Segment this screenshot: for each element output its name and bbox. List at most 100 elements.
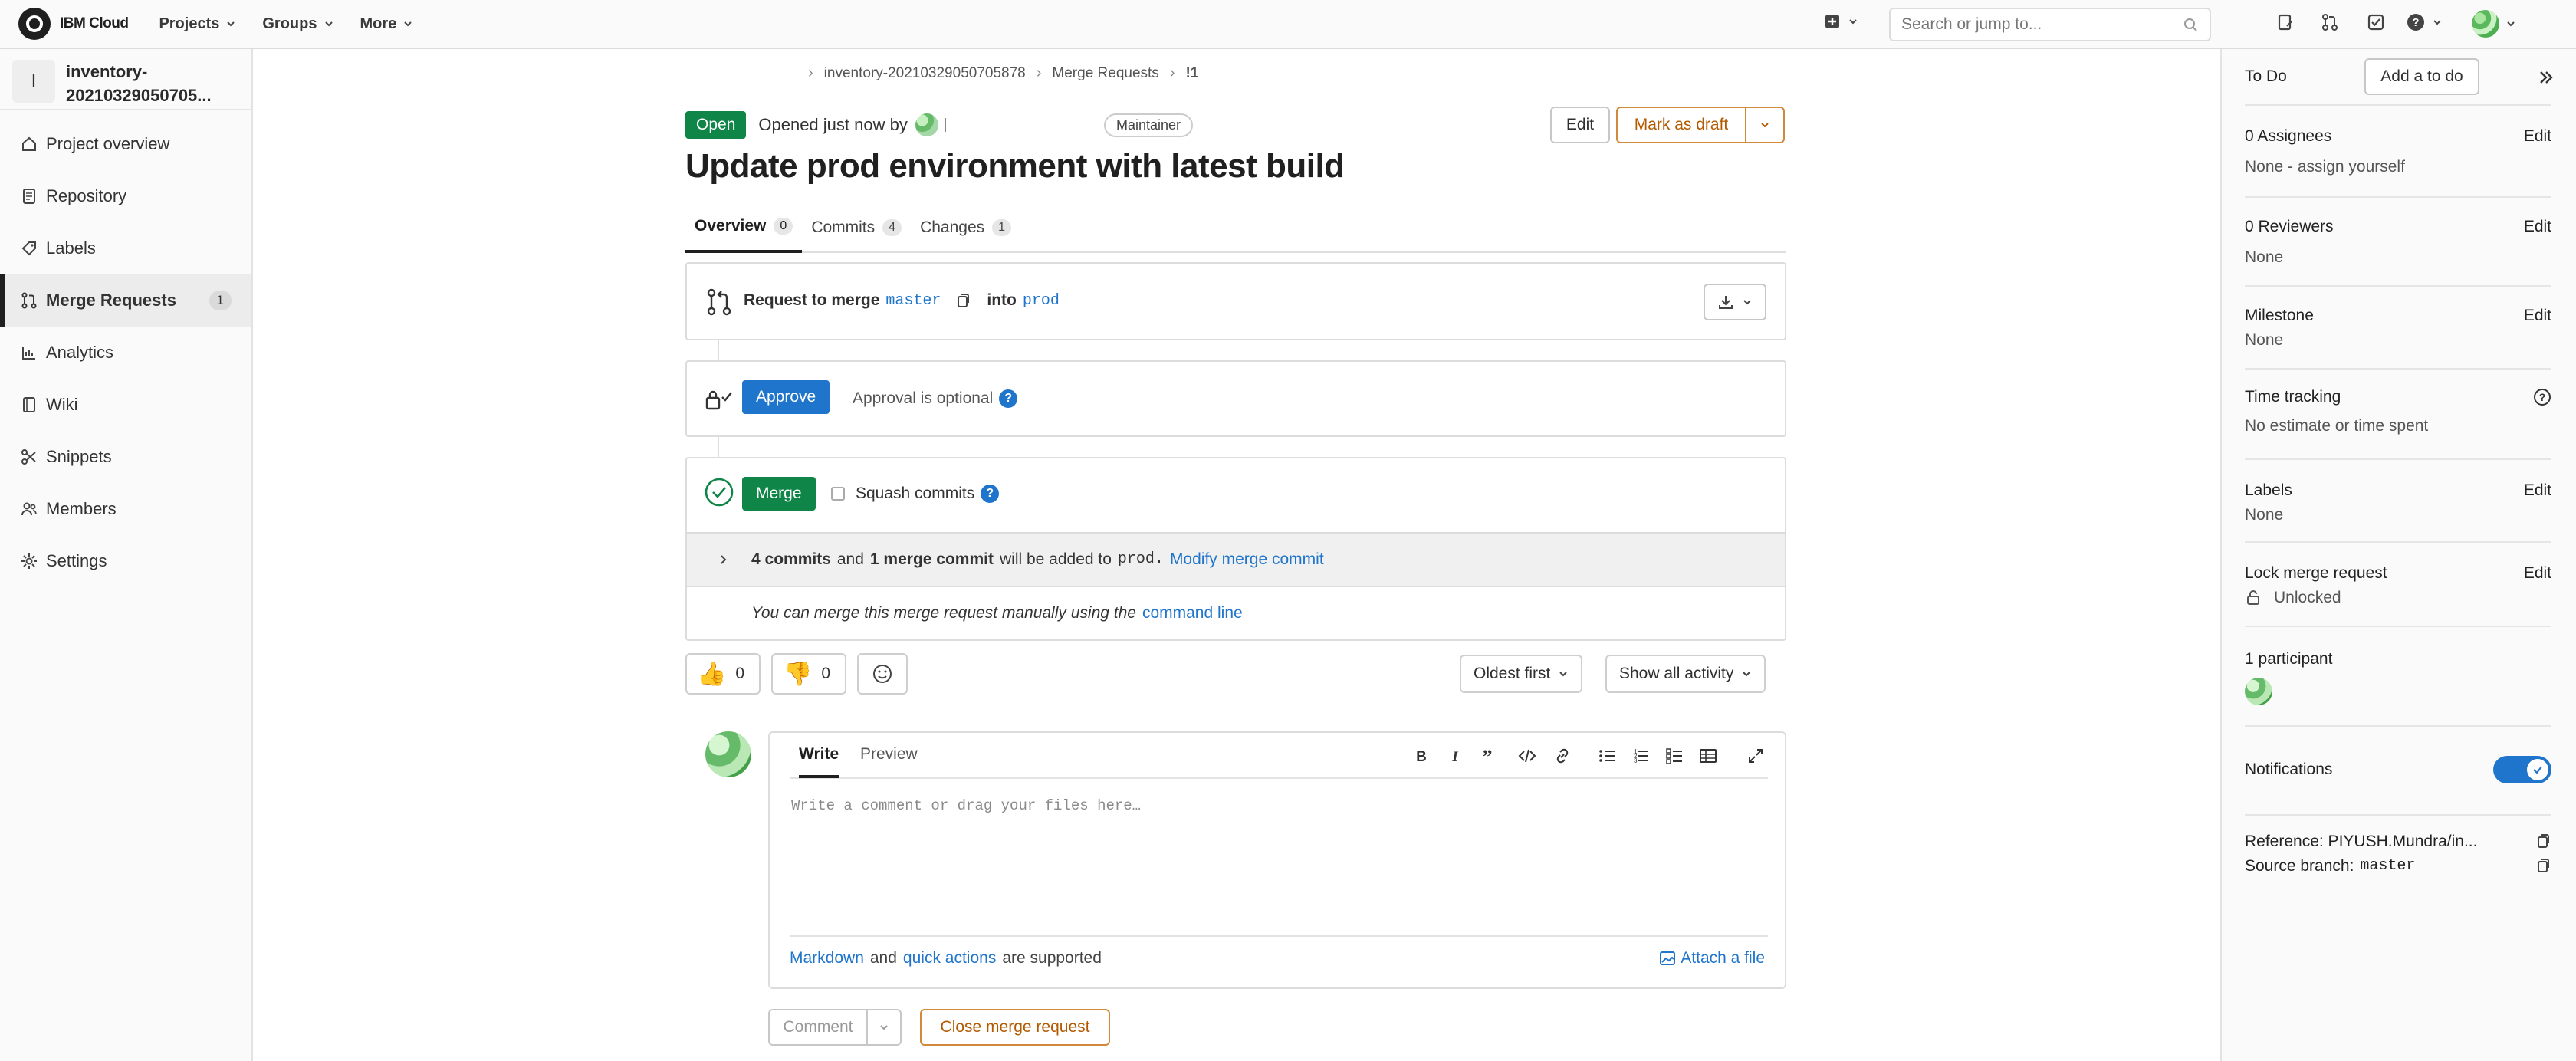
author-avatar[interactable] [915,113,938,136]
doc-icon [23,189,35,204]
comment-editor: Write Preview B I ” 123 Write a comment … [768,731,1786,989]
sidebar-item-merge-requests[interactable]: Merge Requests 1 [0,274,251,327]
copy-icon[interactable] [2535,857,2551,874]
tab-preview[interactable]: Preview [860,745,918,764]
and-text: and [836,550,864,568]
tab-commits[interactable]: Commits 4 [802,202,911,253]
thumbs-down-button[interactable]: 👎 0 [771,653,846,695]
lock-section: Lock merge request Edit Unlocked [2245,543,2551,627]
sidebar-item-members[interactable]: Members [0,483,251,535]
copy-icon[interactable] [2535,833,2551,849]
close-merge-request-button[interactable]: Close merge request [920,1009,1110,1046]
markdown-link[interactable]: Markdown [790,949,864,967]
collapse-sidebar-icon[interactable] [2538,69,2555,86]
commits-summary-row[interactable]: 4 commits and 1 merge commit will be add… [687,532,1785,587]
activity-filter-dropdown[interactable]: Show all activity [1605,655,1766,693]
mr-actions-dropdown[interactable] [1745,107,1785,143]
issues-icon-button[interactable] [2275,12,2295,32]
tab-write[interactable]: Write [799,745,840,778]
reviewers-edit-button[interactable]: Edit [2524,218,2551,236]
fullscreen-icon[interactable] [1746,747,1765,765]
breadcrumb-project[interactable]: inventory-20210329050705878 [824,65,1026,82]
sidebar-item-repository[interactable]: Repository [0,170,251,222]
edit-button[interactable]: Edit [1550,107,1610,143]
project-header[interactable]: I inventory-20210329050705... [0,49,251,110]
nav-groups[interactable]: Groups [262,15,334,33]
chevron-down-icon [1743,300,1751,305]
numbered-list-icon[interactable]: 123 [1631,747,1650,765]
sort-order-label: Oldest first [1474,665,1551,682]
bullet-list-icon[interactable] [1598,747,1616,765]
tab-label: Changes [920,218,985,236]
todos-icon-button[interactable] [2366,12,2386,32]
new-item-dropdown[interactable] [1823,12,1858,31]
notifications-toggle[interactable] [2493,756,2551,783]
user-menu[interactable] [2472,10,2516,38]
approve-button[interactable]: Approve [742,380,830,414]
sidebar-item-labels[interactable]: Labels [0,222,251,274]
sidebar-item-analytics[interactable]: Analytics [0,327,251,379]
help-icon[interactable]: ? [999,389,1018,408]
author-name-truncated[interactable] [944,118,946,132]
mark-as-draft-button[interactable]: Mark as draft [1616,107,1746,143]
tab-overview[interactable]: Overview 0 [685,202,803,253]
attach-file-button[interactable]: Attach a file [1659,949,1765,967]
breadcrumb-mr-id[interactable]: !1 [1185,65,1198,82]
bold-icon[interactable]: B [1412,747,1431,765]
source-branch-value: master [2360,857,2416,875]
assignees-edit-button[interactable]: Edit [2524,127,2551,146]
comment-textarea[interactable]: Write a comment or drag your files here… [790,787,1768,937]
comment-button[interactable]: Comment [768,1009,868,1046]
notifications-label: Notifications [2245,760,2333,778]
code-icon[interactable] [1518,747,1536,765]
sort-order-dropdown[interactable]: Oldest first [1460,655,1583,693]
link-icon[interactable] [1553,747,1572,765]
sidebar-item-wiki[interactable]: Wiki [0,379,251,431]
add-reaction-button[interactable] [857,653,908,695]
download-dropdown[interactable] [1704,284,1766,320]
squash-commits-checkbox[interactable] [831,487,845,501]
merge-requests-count-badge: 1 [209,291,232,310]
nav-more[interactable]: More [360,15,414,33]
help-icon[interactable]: ? [981,485,1000,503]
merge-request-icon [21,292,37,309]
assign-yourself-link[interactable]: None - assign yourself [2245,158,2405,176]
add-todo-button[interactable]: Add a to do [2364,58,2479,95]
commits-count: 4 commits [751,550,831,568]
source-branch-link[interactable]: master [886,292,941,310]
labels-edit-button[interactable]: Edit [2524,481,2551,500]
command-line-link[interactable]: command line [1142,604,1243,622]
participant-avatar[interactable] [2245,678,2272,705]
sidebar-item-snippets[interactable]: Snippets [0,431,251,483]
search-input[interactable]: Search or jump to... [1889,8,2211,41]
comment-type-dropdown[interactable] [866,1009,902,1046]
tab-changes[interactable]: Changes 1 [911,202,1020,253]
svg-text:?: ? [2539,391,2546,403]
breadcrumb-merge-requests[interactable]: Merge Requests [1052,65,1158,82]
nav-projects[interactable]: Projects [159,15,236,33]
todo-section: To Do Add a to do [2245,49,2553,106]
merge-requests-icon-button[interactable] [2320,12,2340,32]
merge-panel: Merge Squash commits ? 4 commits and 1 m… [685,457,1786,641]
italic-icon[interactable]: I [1446,747,1464,765]
milestone-value: None [2245,331,2284,349]
task-list-icon[interactable] [1665,747,1684,765]
merge-button[interactable]: Merge [742,477,816,511]
chevron-down-icon [227,21,235,27]
copy-icon[interactable] [955,292,971,309]
help-icon[interactable]: ? [2533,388,2551,406]
quick-actions-link[interactable]: quick actions [903,949,996,967]
sidebar-item-settings[interactable]: Settings [0,535,251,587]
quote-icon[interactable]: ” [1478,747,1497,765]
modify-merge-commit-link[interactable]: Modify merge commit [1170,550,1324,569]
mr-status-row: Open Opened just now by Maintainer Edit … [685,106,1786,144]
tab-count: 4 [882,219,902,236]
thumbs-up-button[interactable]: 👍 0 [685,653,761,695]
table-icon[interactable] [1699,747,1717,765]
sidebar-item-project-overview[interactable]: Project overview [0,118,251,170]
lock-edit-button[interactable]: Edit [2524,564,2551,583]
target-branch-link[interactable]: prod [1023,292,1060,310]
brand-logo[interactable]: IBM Cloud [18,8,129,40]
help-dropdown[interactable]: ? [2406,12,2443,32]
milestone-edit-button[interactable]: Edit [2524,307,2551,325]
